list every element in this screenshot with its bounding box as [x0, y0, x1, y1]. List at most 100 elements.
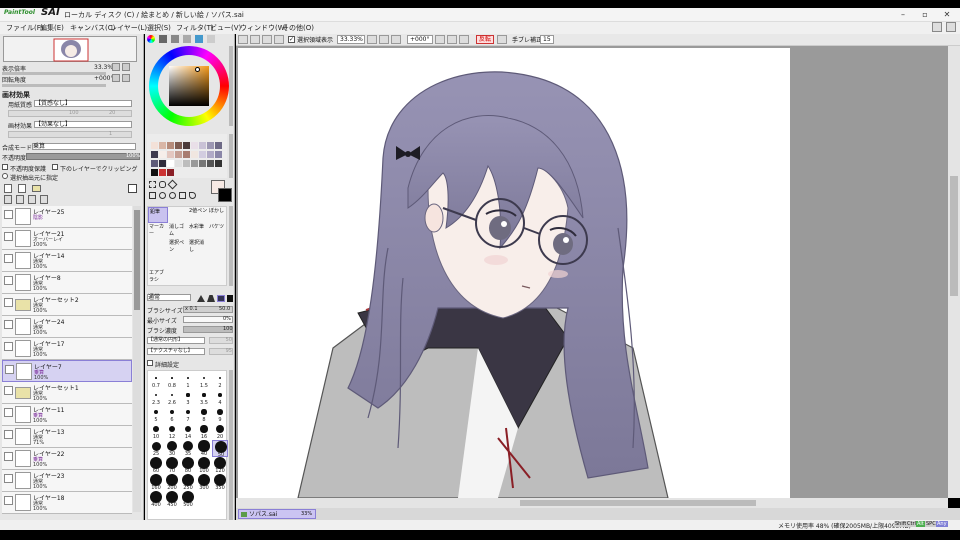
protect-checkbox[interactable]: [2, 164, 8, 170]
brush-size-preset[interactable]: 2.6: [164, 389, 180, 406]
tool-marker[interactable]: マーカー: [148, 223, 168, 239]
panel-toggle-button-2[interactable]: [946, 22, 956, 32]
zoom-out-small-button[interactable]: [112, 63, 120, 71]
merge-down-icon[interactable]: [16, 195, 24, 204]
flip-horizontal-button[interactable]: [497, 35, 507, 44]
layer-row[interactable]: レイヤー21 オーバーレイ 100%: [2, 228, 132, 250]
color-swatch[interactable]: [175, 151, 182, 158]
brush-size-preset[interactable]: 0.7: [148, 372, 164, 389]
visibility-toggle-icon[interactable]: [4, 430, 13, 439]
color-wheel[interactable]: [149, 46, 229, 126]
color-swatch[interactable]: [207, 142, 214, 149]
clear-layer-icon[interactable]: [28, 195, 36, 204]
zoom-reset-button[interactable]: [391, 35, 401, 44]
secondary-color-swatch[interactable]: [218, 188, 232, 202]
brush-size-preset[interactable]: 4: [212, 389, 228, 406]
brush-size-preset[interactable]: 30: [164, 440, 180, 457]
color-swatch[interactable]: [167, 160, 174, 167]
rotate-reset-small-button[interactable]: [122, 74, 130, 82]
brush-size-preset[interactable]: 70: [164, 457, 180, 474]
brush-size-preset[interactable]: 9: [212, 406, 228, 423]
color-picker-marker[interactable]: [195, 67, 200, 72]
layer-row[interactable]: レイヤー23 通常 100%: [2, 470, 132, 492]
navigator-preview[interactable]: [3, 36, 137, 62]
select-rect-icon[interactable]: [149, 181, 156, 188]
visibility-toggle-icon[interactable]: [5, 365, 14, 374]
menu-filter[interactable]: フィルタ(T): [176, 23, 214, 33]
show-selection-checkbox[interactable]: ✓: [288, 36, 295, 43]
select-src-radio[interactable]: [2, 173, 8, 179]
tool-blur[interactable]: ぼかし: [208, 207, 228, 223]
rotate-right-button[interactable]: [447, 35, 457, 44]
tool-watercolor[interactable]: 水彩筆: [188, 223, 208, 239]
color-swatch[interactable]: [207, 160, 214, 167]
brush-size-preset[interactable]: 50: [212, 440, 228, 458]
color-swatch[interactable]: [199, 160, 206, 167]
minimize-button[interactable]: –: [892, 8, 914, 22]
visibility-toggle-icon[interactable]: [4, 342, 13, 351]
brush-texture-select[interactable]: 【テクスチャなし】: [147, 348, 205, 355]
panel-toggle-button[interactable]: [932, 22, 942, 32]
drawing-canvas[interactable]: [238, 48, 790, 498]
brush-shape-square-icon[interactable]: [227, 295, 233, 302]
visibility-toggle-icon[interactable]: [4, 232, 13, 241]
zoom-out-button[interactable]: [367, 35, 377, 44]
opacity-slider[interactable]: [26, 153, 140, 160]
brush-size-preset[interactable]: 5: [148, 406, 164, 423]
color-swatch[interactable]: [175, 160, 182, 167]
rotate-left-button[interactable]: [435, 35, 445, 44]
color-swatch[interactable]: [159, 169, 166, 176]
brush-mode-select[interactable]: 通常: [147, 294, 191, 301]
brush-size-preset[interactable]: 400: [148, 491, 164, 508]
brush-size-scrollbar[interactable]: [229, 370, 233, 520]
brush-size-preset[interactable]: 8: [196, 406, 212, 423]
rotate-tool-icon[interactable]: [169, 192, 176, 199]
brush-size-preset[interactable]: 2.3: [148, 389, 164, 406]
tool-eraser[interactable]: 消しゴム: [168, 223, 188, 239]
document-tab[interactable]: ソパス.sai 33%: [238, 509, 316, 519]
eyedropper-icon[interactable]: [189, 192, 196, 199]
color-swatch[interactable]: [159, 142, 166, 149]
visibility-toggle-icon[interactable]: [4, 408, 13, 417]
menu-window[interactable]: ウィンドウ(W): [240, 23, 287, 33]
layer-row[interactable]: レイヤーセット1 通常 100%: [2, 382, 132, 404]
brush-size-preset[interactable]: 1: [180, 372, 196, 389]
layer-row[interactable]: レイヤー24 通常 100%: [2, 316, 132, 338]
deselect-button[interactable]: [238, 35, 248, 44]
menu-file[interactable]: ファイル(F): [6, 23, 44, 33]
swatches-tab-icon[interactable]: [195, 35, 203, 43]
brush-size-preset[interactable]: 80: [180, 457, 196, 474]
swatch-scrollbar[interactable]: [229, 134, 233, 178]
horizontal-scrollbar-thumb[interactable]: [520, 500, 756, 506]
brush-size-preset[interactable]: 160: [148, 474, 164, 491]
layer-scrollbar-thumb[interactable]: [134, 210, 140, 310]
menu-other[interactable]: その他(O): [282, 23, 314, 33]
color-swatch[interactable]: [191, 151, 198, 158]
menu-layer[interactable]: レイヤー(L): [110, 23, 147, 33]
brush-shape-select[interactable]: 【通常の円形】: [147, 337, 205, 344]
menu-canvas[interactable]: キャンバス(C): [70, 23, 115, 33]
layer-row[interactable]: レイヤー8 通常 100%: [2, 272, 132, 294]
stabilizer-field[interactable]: 15: [540, 35, 554, 44]
layer-row[interactable]: レイヤーセット2 通常 100%: [2, 294, 132, 316]
panel-close-icon[interactable]: [128, 184, 137, 193]
effect-select[interactable]: 【効果なし】: [34, 121, 132, 128]
zoom-in-small-button[interactable]: [122, 63, 130, 71]
zoom-tool-icon[interactable]: [159, 192, 166, 199]
transfer-down-icon[interactable]: [4, 195, 12, 204]
trash-icon[interactable]: [40, 195, 48, 204]
color-swatch[interactable]: [215, 160, 222, 167]
color-swatch[interactable]: [191, 160, 198, 167]
brush-size-preset[interactable]: 20: [212, 423, 228, 440]
new-layer-icon[interactable]: [4, 184, 12, 193]
visibility-toggle-icon[interactable]: [4, 298, 13, 307]
brush-size-preset[interactable]: 2: [212, 372, 228, 389]
texture-strength[interactable]: 95: [209, 348, 233, 355]
color-wheel-tab-icon[interactable]: [147, 35, 155, 43]
brush-size-preset[interactable]: 3.5: [196, 389, 212, 406]
zoom-field[interactable]: 33.33%: [337, 35, 365, 44]
visibility-toggle-icon[interactable]: [4, 210, 13, 219]
color-scrollbar[interactable]: [229, 46, 233, 126]
rotation-field[interactable]: +000°: [407, 35, 433, 44]
rotation-slider[interactable]: [2, 84, 106, 87]
